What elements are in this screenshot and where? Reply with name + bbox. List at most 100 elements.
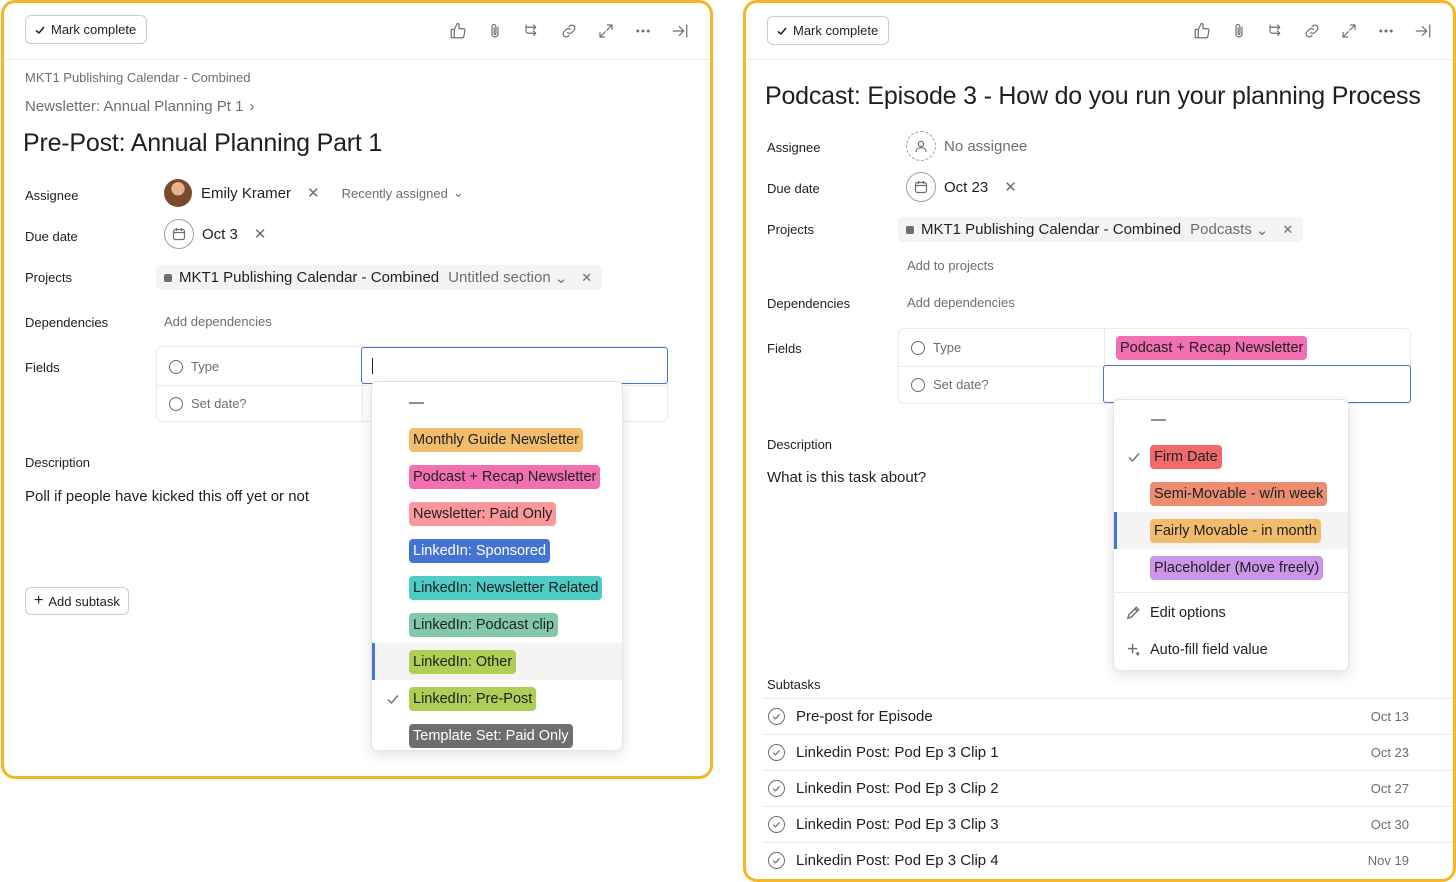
mark-complete-button[interactable]: Mark complete xyxy=(767,16,890,45)
option-chip: Fairly Movable - in month xyxy=(1150,518,1321,543)
edit-options-button[interactable]: Edit options xyxy=(1114,594,1348,631)
subtask-row[interactable]: Linkedin Post: Pod Ep 3 Clip 3 Oct 30 xyxy=(763,806,1453,842)
chevron-down-icon: ⌄ xyxy=(1255,221,1269,239)
auto-fill-button[interactable]: Auto-fill field value xyxy=(1114,631,1348,668)
type-option[interactable]: LinkedIn: Other xyxy=(372,643,622,680)
description-input[interactable]: What is this task about? xyxy=(767,469,926,486)
complete-check-icon[interactable] xyxy=(768,744,785,761)
close-panel-icon[interactable] xyxy=(669,20,691,42)
text-caret xyxy=(372,358,373,374)
option-chip: Placeholder (Move freely) xyxy=(1150,555,1324,580)
more-icon[interactable] xyxy=(632,20,654,42)
section-dropdown[interactable]: Untitled section xyxy=(448,269,551,286)
check-icon xyxy=(386,692,400,706)
close-panel-icon[interactable] xyxy=(1412,20,1434,42)
subtask-icon[interactable] xyxy=(521,20,543,42)
set-date-option[interactable]: Semi-Movable - w/in week xyxy=(1114,475,1348,512)
type-option[interactable]: LinkedIn: Sponsored xyxy=(372,532,622,569)
remove-assignee-icon[interactable]: ✕ xyxy=(307,184,320,202)
set-date-option[interactable]: Placeholder (Move freely) xyxy=(1114,549,1348,586)
add-subtask-button[interactable]: + Add subtask xyxy=(25,587,129,615)
subtask-row[interactable]: Linkedin Post: Pod Ep 3 Clip 4 Nov 19 xyxy=(763,842,1453,878)
like-icon[interactable] xyxy=(1191,20,1213,42)
calendar-icon xyxy=(906,172,936,202)
subtask-date[interactable]: Nov 19 xyxy=(1368,853,1409,868)
mark-complete-button[interactable]: Mark complete xyxy=(25,15,148,44)
project-color-dot xyxy=(164,273,172,282)
subtask-date[interactable]: Oct 23 xyxy=(1371,745,1409,760)
type-field-value[interactable]: Podcast + Recap Newsletter xyxy=(1105,329,1410,366)
project-pill[interactable]: MKT1 Publishing Calendar - Combined Podc… xyxy=(898,217,1304,242)
toolbar-divider xyxy=(746,59,1453,60)
pencil-icon xyxy=(1126,606,1140,620)
option-chip: LinkedIn: Sponsored xyxy=(409,538,551,563)
option-empty[interactable]: — xyxy=(1114,401,1348,438)
remove-project-icon[interactable]: ✕ xyxy=(1282,222,1293,238)
type-option[interactable]: Podcast + Recap Newsletter xyxy=(372,458,622,495)
check-icon xyxy=(35,26,45,34)
type-option[interactable]: LinkedIn: Newsletter Related xyxy=(372,569,622,606)
chevron-right-icon: › xyxy=(249,98,255,115)
assignee-label: Assignee xyxy=(767,140,821,155)
due-date-field[interactable]: Oct 3 ✕ xyxy=(164,219,266,249)
type-option[interactable]: Monthly Guide Newsletter xyxy=(372,421,622,458)
field-type[interactable]: Type xyxy=(157,348,362,385)
subtask-icon[interactable] xyxy=(1265,20,1287,42)
task-title[interactable]: Pre-Post: Annual Planning Part 1 xyxy=(23,129,382,158)
type-option[interactable]: Newsletter: Paid Only xyxy=(372,495,622,532)
due-date-field[interactable]: Oct 23 ✕ xyxy=(906,172,1017,202)
assignee-field[interactable]: Emily Kramer ✕ Recently assigned ⌄ xyxy=(164,179,464,207)
type-option[interactable]: Template Set: Paid Only xyxy=(372,717,622,754)
avatar xyxy=(164,179,192,207)
breadcrumb[interactable]: MKT1 Publishing Calendar - Combined xyxy=(25,70,250,85)
task-title[interactable]: Podcast: Episode 3 - How do you run your… xyxy=(765,82,1421,111)
subtask-row[interactable]: Pre-post for Episode Oct 13 xyxy=(763,698,1453,734)
attachment-icon[interactable] xyxy=(1228,20,1250,42)
expand-icon[interactable] xyxy=(1338,20,1360,42)
attachment-icon[interactable] xyxy=(484,20,506,42)
link-icon[interactable] xyxy=(558,20,580,42)
complete-check-icon[interactable] xyxy=(768,708,785,725)
add-dependencies-button[interactable]: Add dependencies xyxy=(164,314,272,329)
remove-project-icon[interactable]: ✕ xyxy=(581,270,592,286)
type-options-dropdown: — Monthly Guide Newsletter Podcast + Reca… xyxy=(371,381,623,751)
expand-icon[interactable] xyxy=(595,20,617,42)
subtask-name: Linkedin Post: Pod Ep 3 Clip 4 xyxy=(796,852,999,869)
recently-assigned-dropdown[interactable]: Recently assigned ⌄ xyxy=(342,185,464,201)
project-pill[interactable]: MKT1 Publishing Calendar - Combined Unti… xyxy=(156,265,603,290)
description-text[interactable]: Poll if people have kicked this off yet … xyxy=(25,488,309,505)
set-date-option[interactable]: Firm Date xyxy=(1114,438,1348,475)
dependencies-label: Dependencies xyxy=(767,296,851,311)
subtask-date[interactable]: Oct 27 xyxy=(1371,781,1409,796)
toolbar-divider xyxy=(4,59,710,60)
option-chip: Newsletter: Paid Only xyxy=(409,501,557,526)
assignee-field[interactable]: No assignee xyxy=(906,131,1027,161)
subtask-row[interactable]: Linkedin Post: Pod Ep 3 Clip 1 Oct 23 xyxy=(763,734,1453,770)
link-icon[interactable] xyxy=(1301,20,1323,42)
parent-task-link[interactable]: Newsletter: Annual Planning Pt 1 › xyxy=(25,98,254,115)
add-dependencies-button[interactable]: Add dependencies xyxy=(907,295,1015,310)
more-icon[interactable] xyxy=(1375,20,1397,42)
add-to-projects-button[interactable]: Add to projects xyxy=(907,258,994,273)
complete-check-icon[interactable] xyxy=(768,816,785,833)
set-date-field-input[interactable] xyxy=(1103,365,1411,403)
like-icon[interactable] xyxy=(447,20,469,42)
option-empty[interactable]: — xyxy=(372,384,622,421)
subtask-date[interactable]: Oct 30 xyxy=(1371,817,1409,832)
sparkle-icon xyxy=(1127,643,1140,656)
subtask-row[interactable]: Linkedin Post: Pod Ep 3 Clip 2 Oct 27 xyxy=(763,770,1453,806)
complete-check-icon[interactable] xyxy=(768,780,785,797)
field-set-date[interactable]: Set date? xyxy=(157,385,362,422)
option-chip: Podcast + Recap Newsletter xyxy=(409,464,601,489)
set-date-option[interactable]: Fairly Movable - in month xyxy=(1114,512,1348,549)
complete-check-icon[interactable] xyxy=(768,852,785,869)
clear-due-date-icon[interactable]: ✕ xyxy=(254,225,267,243)
type-option[interactable]: LinkedIn: Podcast clip xyxy=(372,606,622,643)
field-set-date[interactable]: Set date? xyxy=(899,366,1104,403)
section-dropdown[interactable]: Podcasts xyxy=(1190,221,1252,238)
type-option[interactable]: LinkedIn: Pre-Post xyxy=(372,680,622,717)
type-field-input[interactable] xyxy=(361,347,668,384)
subtask-date[interactable]: Oct 13 xyxy=(1371,709,1409,724)
field-type[interactable]: Type xyxy=(899,329,1104,366)
clear-due-date-icon[interactable]: ✕ xyxy=(1004,178,1017,196)
